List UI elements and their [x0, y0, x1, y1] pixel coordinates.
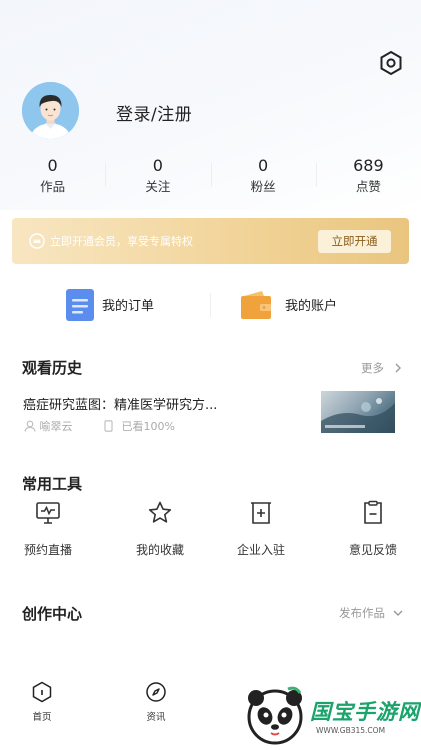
history-item-thumbnail [321, 391, 395, 433]
tab-label: 首页 [32, 712, 52, 723]
tab-home[interactable]: 首页 [12, 681, 72, 723]
account-shortcuts: 我的订单 我的账户 [0, 284, 421, 326]
tool-label: 我的收藏 [135, 543, 184, 557]
stat-label: 作品 [40, 179, 66, 194]
history-section-title: 观看历史 [22, 359, 83, 377]
tool-favorites[interactable]: 我的收藏 [115, 500, 205, 560]
avatar-illustration-icon [22, 82, 79, 139]
profile-header: 登录/注册 [22, 82, 402, 140]
hexagon-settings-icon[interactable] [378, 50, 404, 76]
tab-news[interactable]: 资讯 [126, 681, 186, 723]
chevron-down-icon [393, 610, 403, 616]
history-item-author: 喻翠云 [24, 418, 73, 434]
tool-enterprise[interactable]: 企业入驻 [216, 500, 306, 560]
my-orders-label: 我的订单 [102, 299, 155, 314]
tool-label: 预约直播 [23, 543, 72, 557]
compass-icon [146, 682, 166, 702]
thumbnail-image-icon [321, 398, 395, 433]
publish-work-dropdown[interactable]: 发布作品 [339, 605, 403, 621]
tool-label: 意见反馈 [348, 543, 397, 557]
tab-label: 资讯 [146, 712, 166, 723]
history-item-title: 癌症研究蓝图：精准医学研究方... [23, 398, 218, 413]
history-more-link[interactable]: 更多 [361, 360, 402, 376]
site-watermark: 国宝手游网 WWW.GB315.COM [232, 680, 421, 750]
order-document-icon [66, 289, 94, 321]
watermark-text: 国宝手游网 [310, 700, 420, 724]
star-icon [148, 501, 172, 523]
stats-row: 0 作品 0 关注 0 粉丝 689 点赞 [0, 155, 421, 197]
home-hexagon-icon [32, 681, 52, 703]
tool-feedback[interactable]: 意见反馈 [328, 500, 418, 560]
progress-text: 已看100% [121, 420, 175, 433]
tool-live-booking[interactable]: 预约直播 [3, 500, 93, 560]
stat-value: 689 [353, 156, 384, 175]
tools-section-title: 常用工具 [22, 475, 83, 493]
stat-label: 粉丝 [250, 179, 276, 194]
tools-grid: 预约直播 我的收藏 企业入驻 意见反馈 [0, 500, 421, 560]
stat-fans[interactable]: 0 粉丝 [210, 155, 316, 197]
my-account-label: 我的账户 [285, 299, 338, 314]
panda-logo-icon [247, 686, 303, 745]
user-avatar[interactable] [22, 82, 79, 139]
stat-following[interactable]: 0 关注 [105, 155, 210, 197]
stat-label: 关注 [145, 179, 171, 194]
stat-label: 点赞 [355, 179, 381, 194]
feedback-icon [364, 500, 382, 524]
my-account-button[interactable]: 我的账户 [240, 284, 350, 326]
enterprise-plus-icon [251, 502, 271, 524]
publish-label: 发布作品 [339, 606, 385, 620]
stat-value: 0 [258, 156, 269, 175]
stat-value: 0 [47, 156, 58, 175]
my-orders-button[interactable]: 我的订单 [65, 284, 175, 326]
creation-section-title: 创作中心 [22, 605, 83, 623]
tool-label: 企业入驻 [236, 543, 285, 557]
stat-value: 0 [152, 156, 163, 175]
person-icon [24, 420, 36, 432]
stat-works[interactable]: 0 作品 [0, 155, 105, 197]
vip-activate-button[interactable]: 立即开通 [318, 230, 391, 253]
wallet-icon [241, 291, 271, 319]
phone-icon [104, 420, 113, 432]
more-label: 更多 [361, 361, 384, 375]
live-monitor-icon [36, 502, 60, 524]
divider [210, 293, 211, 317]
watermark-url: WWW.GB315.COM [316, 726, 386, 735]
vip-promo-text: 立即开通会员，享受专属特权 [50, 235, 193, 248]
author-name: 喻翠云 [39, 420, 73, 433]
crown-icon [29, 233, 45, 249]
login-register-link[interactable]: 登录/注册 [116, 100, 192, 125]
vip-banner[interactable]: 立即开通会员，享受专属特权 立即开通 [12, 218, 409, 264]
history-item-progress: 已看100% [104, 418, 175, 434]
stat-likes[interactable]: 689 点赞 [315, 155, 421, 197]
chevron-right-icon [395, 363, 401, 373]
